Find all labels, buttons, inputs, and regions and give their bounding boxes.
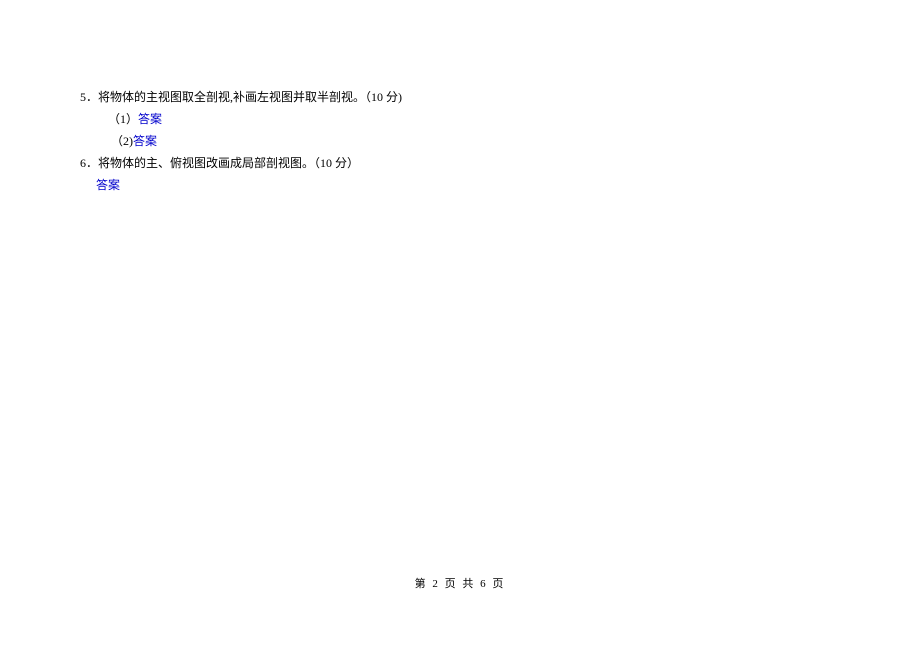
question-5-sub-1-prefix: （1） — [108, 112, 138, 126]
question-5-sub-2: （2)答案 — [80, 130, 920, 152]
question-5-sub-2-prefix: （2) — [111, 134, 133, 148]
question-6-answer-line: 答案 — [80, 174, 920, 196]
question-5-text: 将物体的主视图取全剖视,补画左视图并取半剖视。（10 分) — [98, 90, 402, 104]
answer-link-6[interactable]: 答案 — [96, 178, 120, 192]
answer-link-5-2[interactable]: 答案 — [133, 134, 157, 148]
question-5: 5．将物体的主视图取全剖视,补画左视图并取半剖视。（10 分) — [80, 86, 920, 108]
question-6-number: 6． — [80, 156, 98, 170]
question-6: 6．将物体的主、俯视图改画成局部剖视图。（10 分） — [80, 152, 920, 174]
question-5-number: 5． — [80, 90, 98, 104]
question-5-sub-1: （1）答案 — [80, 108, 920, 130]
question-6-text: 将物体的主、俯视图改画成局部剖视图。（10 分） — [98, 156, 359, 170]
document-content: 5．将物体的主视图取全剖视,补画左视图并取半剖视。（10 分) （1）答案 （2… — [0, 0, 920, 196]
page-footer: 第 2 页 共 6 页 — [0, 575, 920, 591]
answer-link-5-1[interactable]: 答案 — [138, 112, 162, 126]
